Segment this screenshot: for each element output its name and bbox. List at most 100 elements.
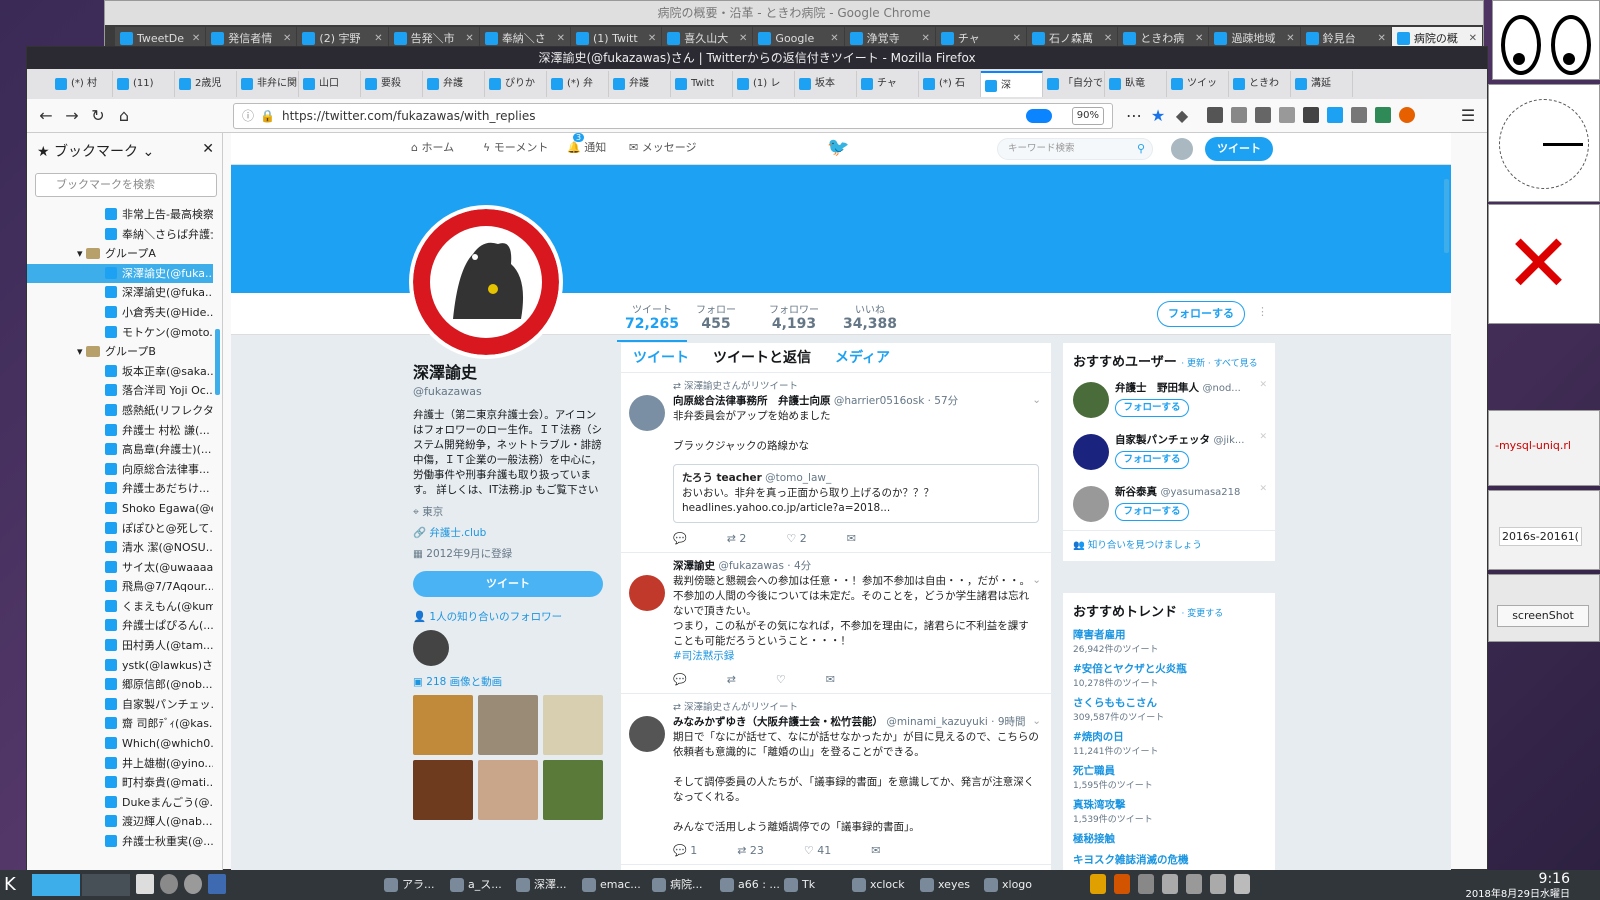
trend-item[interactable]: #安倍とヤクザと火炎瓶 10,278件のツイート (1063, 658, 1275, 692)
library-icon[interactable] (1207, 107, 1223, 123)
tweet-handle[interactable]: @harrier0516osk · 57分 (834, 395, 958, 407)
twitter-logo-icon[interactable]: 🐦 (827, 137, 849, 158)
dismiss-icon[interactable]: ✕ (1259, 484, 1267, 494)
profile-website[interactable]: 🔗 弁護士.club (413, 525, 603, 540)
dismiss-icon[interactable]: ✕ (1259, 432, 1267, 442)
trend-name[interactable]: #焼肉の日 (1073, 729, 1265, 744)
sidebar-icon[interactable] (1231, 107, 1247, 123)
find-friends-link[interactable]: 👥 知り合いを見つけましょう (1063, 530, 1275, 561)
media-thumb[interactable] (413, 760, 473, 820)
firefox-tab[interactable]: (11) (113, 71, 175, 97)
like-button[interactable]: ♡ 2 (786, 531, 806, 546)
profile-stat[interactable]: いいね 34,388 (835, 301, 905, 332)
taskbar-task[interactable]: Tk (782, 873, 815, 897)
like-button[interactable]: ♡ (776, 672, 786, 687)
firefox-tab[interactable]: 溝延 (1291, 71, 1353, 97)
pager-desktop-2[interactable] (82, 874, 130, 896)
container-icon[interactable] (1255, 107, 1271, 123)
bookmark-item[interactable]: 感熱紙(リフレクタ... (27, 401, 213, 421)
trend-name[interactable]: 障害者雇用 (1073, 627, 1265, 642)
toggle-icon[interactable] (1026, 109, 1052, 123)
taskbar-clock[interactable]: 9:16 2018年8月29日水曜日 (1465, 871, 1570, 900)
profile-handle[interactable]: @fukazawas (413, 385, 603, 398)
firefox-tab[interactable]: ときわ (1229, 71, 1291, 97)
bookmark-item[interactable]: 弁護士ぱぴるん(... (27, 616, 213, 636)
suggested-user[interactable]: ✕ 新谷泰真 @yasumasa218 フォローする (1063, 478, 1275, 530)
taskbar-task[interactable]: emac... (580, 873, 641, 897)
bookmark-item[interactable]: 奉納＼さらば弁護士... (27, 225, 213, 245)
firefox-tab[interactable]: 非弁に関 (237, 71, 299, 97)
tweet-avatar[interactable] (629, 716, 665, 752)
media-thumb[interactable] (543, 695, 603, 755)
taskbar-task[interactable]: xeyes (918, 873, 970, 897)
trend-item[interactable]: 障害者雇用 26,942件のツイート (1063, 624, 1275, 658)
firefox-tab[interactable]: (*) 石 (919, 71, 981, 97)
menu-icon[interactable]: ☰ (1457, 105, 1479, 127)
bluetooth-icon[interactable] (1186, 874, 1202, 894)
chevron-down-icon[interactable]: ⌄ (1032, 714, 1041, 729)
trends-change-link[interactable]: · 変更する (1182, 609, 1224, 619)
firefox-tab[interactable]: 「自分で (1043, 71, 1105, 97)
emacs-icon[interactable] (184, 874, 202, 894)
retweet-button[interactable]: ⇄ 2 (727, 531, 747, 546)
firefox-tab[interactable]: ツイッ (1167, 71, 1229, 97)
document-icon[interactable] (136, 874, 154, 894)
mutual-follower-avatar[interactable] (413, 630, 449, 666)
sidebar-header[interactable]: ★ ブックマーク ⌄ (37, 141, 154, 161)
tweet-author[interactable]: 向原総合法律事務所 弁護士向原 (673, 395, 831, 407)
hashtag-link[interactable]: #司法黙示録 (673, 649, 1039, 664)
home-icon[interactable]: ⌂ (113, 105, 135, 127)
chevron-down-icon[interactable]: ▾ (77, 247, 86, 260)
taskbar-task[interactable]: アラ... (382, 873, 435, 897)
pocket-icon[interactable]: ◆ (1171, 105, 1193, 127)
leaf-icon[interactable] (1375, 107, 1391, 123)
like-button[interactable]: ♡ 41 (804, 843, 831, 858)
nav-notifications[interactable]: 🔔 通知 3 (567, 133, 606, 155)
bookmark-item[interactable]: 飛鳥@7/7Aqour... (27, 577, 213, 597)
firefox-tab[interactable]: 要殺 (361, 71, 423, 97)
media-thumb[interactable] (478, 760, 538, 820)
clipboard-icon[interactable] (1351, 107, 1367, 123)
more-icon[interactable]: ⋯ (1123, 105, 1145, 127)
bookmark-item[interactable]: 高島章(弁護士)(... (27, 440, 213, 460)
info-icon[interactable]: ⓘ (242, 104, 254, 128)
bookmark-item[interactable]: 渡辺輝人(@nab... (27, 812, 213, 832)
mutual-followers-link[interactable]: 1人の知り合いのフォロワー (429, 611, 562, 623)
avatar[interactable] (1073, 382, 1109, 418)
pager-desktop-1[interactable] (32, 874, 80, 896)
bookmark-item[interactable]: 坂本正幸(@saka... (27, 362, 213, 382)
bookmark-item[interactable]: 深澤諭史(@fuka... (27, 283, 213, 303)
firefox-tab[interactable]: 弁護 (423, 71, 485, 97)
follow-user-button[interactable]: フォローする (1115, 451, 1189, 469)
suggested-user[interactable]: ✕ 自家製パンチェッタ @jik... フォローする (1063, 426, 1275, 478)
bookmark-item[interactable]: サイ太(@uwaaaa... (27, 558, 213, 578)
firefox-tab[interactable]: 臥竜 (1105, 71, 1167, 97)
bookmark-item[interactable]: 町村泰貴(@mati... (27, 773, 213, 793)
bookmark-item[interactable]: 弁護士あだちけ... (27, 479, 213, 499)
suggested-user[interactable]: ✕ 弁護士 野田隼人 @nod... フォローする (1063, 374, 1275, 426)
profile-avatar[interactable] (409, 205, 563, 359)
bookmark-item[interactable]: ystk(@lawkus)さ... (27, 656, 213, 676)
trend-item[interactable]: 極秘接触 (1063, 828, 1275, 849)
who-to-follow-links[interactable]: · 更新 · すべて見る (1181, 359, 1257, 369)
media-count[interactable]: ▣ 218 画像と動画 (413, 674, 603, 689)
suggested-user-name[interactable]: 自家製パンチェッタ (1115, 434, 1210, 446)
bookmark-item[interactable]: ぽぽひと@死して... (27, 519, 213, 539)
avatar[interactable] (1073, 486, 1109, 522)
tweet[interactable]: ⌄ ⇄ 深澤諭史さんがリツイート 向原総合法律事務所 弁護士向原 @harrier0… (621, 373, 1051, 553)
taskbar-task[interactable]: xlogo (982, 873, 1032, 897)
bookmark-item[interactable]: 弁護士秋重実(@... (27, 832, 213, 852)
firefox-tab[interactable]: 坂本 (795, 71, 857, 97)
trend-name[interactable]: キヨスク雑誌消滅の危機 (1073, 852, 1265, 867)
reload-button[interactable]: ↻ (87, 105, 109, 127)
trend-name[interactable]: 真珠湾攻撃 (1073, 797, 1265, 812)
bookmark-item[interactable]: 小倉秀夫(@Hide... (27, 303, 213, 323)
zoom-level[interactable]: 90% (1071, 107, 1104, 125)
tweet-author[interactable]: みなみかずゆき（大阪弁護士会・松竹芸能） (673, 716, 883, 728)
tweet-button[interactable]: ツイート (1205, 137, 1273, 161)
font-icon[interactable] (208, 874, 226, 894)
profile-stat[interactable]: ツイート 72,265 (617, 301, 687, 342)
follow-user-button[interactable]: フォローする (1115, 399, 1189, 417)
bookmark-item[interactable]: 落合洋司 Yoji Oc... (27, 381, 213, 401)
nav-messages[interactable]: ✉ メッセージ (629, 139, 697, 155)
